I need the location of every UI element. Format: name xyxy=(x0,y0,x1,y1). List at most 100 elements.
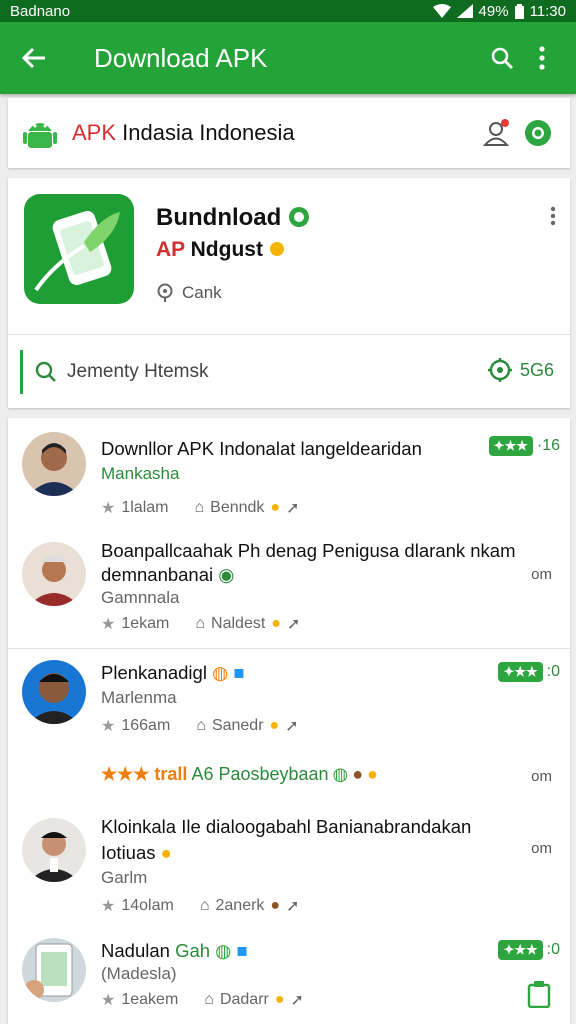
shield-check-icon xyxy=(525,120,551,146)
app-bar: Download APK xyxy=(0,22,576,94)
overflow-menu-button[interactable] xyxy=(522,38,562,78)
emoji-icon: ● xyxy=(269,717,280,734)
verified-badge-icon: ◉ xyxy=(218,564,235,585)
emoji-icon: ● xyxy=(270,499,281,516)
item-side-label: om xyxy=(531,768,552,785)
list-item[interactable]: Nadulan Gah ◍ ■ (Madesla) ★ 1eakem ⌂ Dad… xyxy=(8,930,570,1024)
apk-list: Downllor APK Indonalat langeldearidan Ma… xyxy=(8,418,570,1024)
back-button[interactable] xyxy=(14,38,54,78)
item-meta: ★ 1eakem ⌂ Dadarr ● ➚ xyxy=(101,990,304,1010)
more-vert-icon xyxy=(539,46,545,70)
app-subtitle: AP Ndgust xyxy=(156,238,285,262)
list-item[interactable]: Boanpallcaahak Ph denag Penigusa dlarank… xyxy=(8,530,570,648)
app-location-text: Cank xyxy=(182,283,222,302)
android-logo-icon xyxy=(23,123,57,148)
emoji-icon: ● xyxy=(270,897,281,914)
battery-icon xyxy=(514,3,524,19)
brand-apk-label: APK xyxy=(72,120,117,145)
promo-row[interactable]: ★★★ trall A6 Paosbeybaan ◍ ● ● om xyxy=(8,750,570,812)
search-icon xyxy=(35,361,56,382)
item-subtitle: Marlenma xyxy=(101,688,177,707)
list-item[interactable]: Kloinkala Ile dialoogabahl Banianabranda… xyxy=(8,812,570,930)
avatar xyxy=(22,818,86,882)
carrier-label: Badnano xyxy=(10,2,71,20)
item-meta-2: 2anerk xyxy=(215,897,265,914)
page-title: Download APK xyxy=(94,42,268,73)
emoji-icon: ◍ xyxy=(212,662,229,683)
emoji-icon: ● xyxy=(271,615,281,632)
comment-icon: ⌂ xyxy=(204,991,214,1008)
item-subtitle: (Madesla) xyxy=(101,964,177,983)
app-subtitle-text: Ndgust xyxy=(190,238,263,261)
search-placeholder: Jementy Htemsk xyxy=(67,361,209,382)
item-title-line2-text: Iotiuas xyxy=(101,842,156,863)
item-meta-1: 166am xyxy=(121,717,171,734)
target-icon xyxy=(487,358,512,382)
emoji-icon: ● xyxy=(367,764,379,784)
rating-badge: ✦★★ ·16 xyxy=(488,436,560,456)
verified-badge-icon: ■ xyxy=(236,940,248,961)
emoji-icon xyxy=(269,242,284,256)
item-subtitle: Mankasha xyxy=(101,464,180,483)
item-meta-2: Naldest xyxy=(211,615,266,632)
star-icon: ★ xyxy=(101,992,116,1009)
item-meta-1: 1ekam xyxy=(121,615,170,632)
app-search-field[interactable]: Jementy Htemsk xyxy=(20,350,460,394)
emoji-icon: ● xyxy=(160,842,172,863)
item-meta-2: Sanedr xyxy=(211,717,264,734)
item-title: Downllor APK Indonalat langeldearidan xyxy=(101,438,422,459)
signal-icon xyxy=(456,4,473,18)
comment-icon: ⌂ xyxy=(194,499,205,516)
star-icon: ★ xyxy=(101,898,116,915)
app-location: Cank xyxy=(156,283,222,303)
rating-badge: ✦★★ :0 xyxy=(498,940,560,960)
rating-stars-icon: ✦★★ xyxy=(488,436,533,456)
divider xyxy=(8,334,570,335)
share-icon[interactable]: ➚ xyxy=(291,990,304,1010)
rating-stars-icon: ✦★★ xyxy=(498,940,543,960)
item-meta-1: 1eakem xyxy=(121,991,179,1008)
item-meta-1: 1lalam xyxy=(121,499,169,516)
account-button[interactable] xyxy=(478,113,518,153)
avatar xyxy=(22,542,86,606)
avatar xyxy=(22,432,86,496)
emoji-icon: ● xyxy=(352,764,364,784)
list-item[interactable]: Downllor APK Indonalat langeldearidan Ma… xyxy=(8,418,570,530)
share-icon[interactable]: ➚ xyxy=(286,498,299,518)
verified-button[interactable] xyxy=(518,113,558,153)
app-title: Bundnload xyxy=(156,204,310,232)
brand-title: Indasia Indonesia xyxy=(122,120,295,145)
item-title-line2: demnanbanai ◉ xyxy=(101,564,481,586)
emoji-icon: ● xyxy=(274,991,285,1008)
item-side-label: om xyxy=(531,840,552,857)
brand-header: APK Indasia Indonesia xyxy=(8,98,570,168)
promo-line: ★★★ trall A6 Paosbeybaan ◍ ● ● xyxy=(101,764,378,785)
comment-icon: ⌂ xyxy=(199,897,210,914)
verified-badge-icon xyxy=(288,207,309,227)
app-more-button[interactable] xyxy=(550,206,556,231)
item-title: Nadulan Gah ◍ ■ xyxy=(101,940,481,962)
share-icon[interactable]: ➚ xyxy=(287,614,300,634)
item-meta: ★ 166am ⌂ Sanedr ● ➚ xyxy=(101,716,299,736)
item-meta-1: 14olam xyxy=(121,897,174,914)
user-alert-icon xyxy=(483,119,510,146)
rating-value: :0 xyxy=(546,941,560,958)
star-icon: ★ xyxy=(101,616,116,633)
app-ap-label: AP xyxy=(156,238,185,261)
app-logo[interactable] xyxy=(24,194,134,304)
comment-icon: ⌂ xyxy=(195,615,206,632)
item-title-text: Plenkanadigl xyxy=(101,662,207,683)
download-button[interactable] xyxy=(526,980,552,1009)
status-bar: Badnano 49% 11:30 xyxy=(0,0,576,22)
search-icon xyxy=(491,47,513,69)
search-button[interactable] xyxy=(482,38,522,78)
item-meta: ★ 14olam ⌂ 2anerk ● ➚ xyxy=(101,896,300,916)
list-item[interactable]: Plenkanadigl ◍ ■ Marlenma ★ 166am ⌂ Sane… xyxy=(8,650,570,750)
share-icon[interactable]: ➚ xyxy=(286,896,299,916)
app-count[interactable]: 5G6 xyxy=(487,358,554,382)
rating-value: :0 xyxy=(546,663,560,680)
wifi-icon xyxy=(432,4,451,18)
item-meta-2: Benndk xyxy=(210,499,265,516)
share-icon[interactable]: ➚ xyxy=(285,716,298,736)
clock: 11:30 xyxy=(529,2,566,20)
